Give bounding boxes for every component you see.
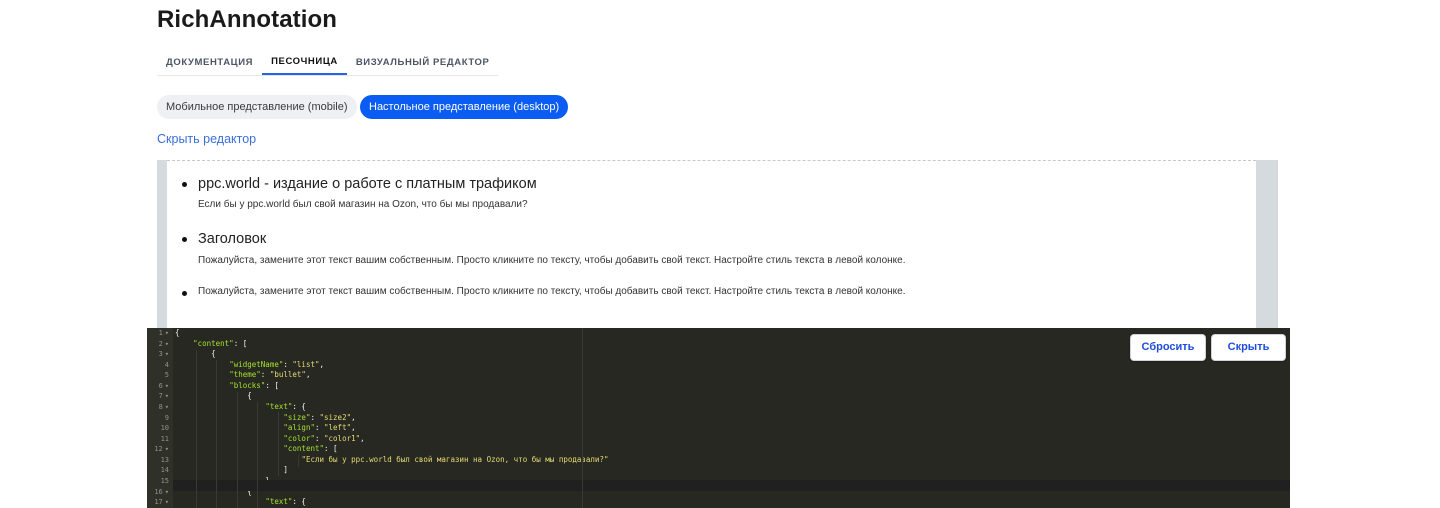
code-line: "size": "size2", <box>283 413 356 422</box>
list-item-text[interactable]: Пожалуйста, замените этот текст вашим со… <box>198 255 906 266</box>
bullet-icon <box>182 291 187 296</box>
line-number: 16 ▾ <box>154 488 169 496</box>
tab-bar: ДОКУМЕНТАЦИЯ ПЕСОЧНИЦА ВИЗУАЛЬНЫЙ РЕДАКТ… <box>157 50 499 76</box>
line-number: 14 <box>160 466 169 474</box>
fold-arrow-icon: ▾ <box>164 498 169 506</box>
fold-arrow-icon: ▾ <box>164 382 169 390</box>
line-number: 8 ▾ <box>158 403 169 411</box>
code-line: { <box>247 391 252 400</box>
line-number: 13 <box>160 456 169 464</box>
line-number: 17 ▾ <box>154 498 169 506</box>
list-item-text[interactable]: Пожалуйста, замените этот текст вашим со… <box>198 286 906 297</box>
code-line: "Если бы у ppc.world был свой магазин на… <box>301 455 609 464</box>
code-line: "color": "color1", <box>283 434 365 443</box>
mobile-view-button[interactable]: Мобильное представление (mobile) <box>157 95 357 119</box>
indent-guide <box>237 392 238 508</box>
line-number: 10 <box>160 424 169 432</box>
fold-arrow-icon: ▾ <box>164 488 169 496</box>
code-line: { <box>175 328 180 337</box>
line-number: 3 ▾ <box>158 350 169 358</box>
hide-editor-link[interactable]: Скрыть редактор <box>157 132 256 146</box>
tab-visual-editor[interactable]: ВИЗУАЛЬНЫЙ РЕДАКТОР <box>347 50 499 75</box>
page-title: RichAnnotation <box>157 6 338 33</box>
code-line: ] <box>283 465 288 474</box>
tab-documentation[interactable]: ДОКУМЕНТАЦИЯ <box>157 50 262 75</box>
line-number: 11 <box>160 435 169 443</box>
indent-guide <box>298 455 299 467</box>
tab-sandbox[interactable]: ПЕСОЧНИЦА <box>262 50 347 75</box>
indent-guide <box>216 360 217 508</box>
active-line-highlight <box>173 480 1290 491</box>
bullet-icon <box>182 237 187 242</box>
code-line: "align": "left", <box>283 423 356 432</box>
line-number-gutter: 1 ▾ 2 ▾ 3 ▾ 4 5 6 ▾ 7 ▾ 8 ▾ 9 10 11 12 ▾ 13 14 … <box>147 328 173 508</box>
code-line: "text": { <box>265 402 306 411</box>
preview-canvas: ppc.world - издание о работе с платным т… <box>167 160 1256 332</box>
code-line: "content": [ <box>193 339 248 348</box>
indent-guide <box>278 412 279 476</box>
desktop-view-button[interactable]: Настольное представление (desktop) <box>360 95 569 119</box>
line-number: 7 ▾ <box>158 392 169 400</box>
list-item-text[interactable]: Если бы у ppc.world был свой магазин на … <box>198 199 528 210</box>
list-item-heading[interactable]: Заголовок <box>198 231 266 247</box>
list-item-heading[interactable]: ppc.world - издание о работе с платным т… <box>198 176 537 192</box>
indent-guide <box>257 402 258 508</box>
print-margin <box>582 328 583 508</box>
line-number: 4 <box>164 361 169 369</box>
code-line: "text": { <box>265 497 306 506</box>
hide-button[interactable]: Скрыть <box>1211 334 1286 361</box>
code-line: "blocks": [ <box>229 381 279 390</box>
code-line: "widgetName": "list", <box>229 360 325 369</box>
fold-arrow-icon: ▾ <box>164 445 169 453</box>
line-number: 12 ▾ <box>154 445 169 453</box>
line-number: 9 <box>164 414 169 422</box>
line-number: 6 ▾ <box>158 382 169 390</box>
line-number: 1 ▾ <box>158 329 169 337</box>
fold-arrow-icon: ▾ <box>164 392 169 400</box>
preview-frame: ppc.world - издание о работе с платным т… <box>157 160 1278 332</box>
fold-arrow-icon: ▾ <box>164 350 169 358</box>
fold-arrow-icon: ▾ <box>164 340 169 348</box>
bullet-icon <box>182 182 187 187</box>
line-number: 15 <box>160 477 169 485</box>
line-number: 5 <box>164 371 169 379</box>
indent-guide <box>196 350 197 508</box>
fold-arrow-icon: ▾ <box>164 329 169 337</box>
reset-button[interactable]: Сбросить <box>1130 334 1206 361</box>
line-number: 2 ▾ <box>158 340 169 348</box>
fold-arrow-icon: ▾ <box>164 403 169 411</box>
